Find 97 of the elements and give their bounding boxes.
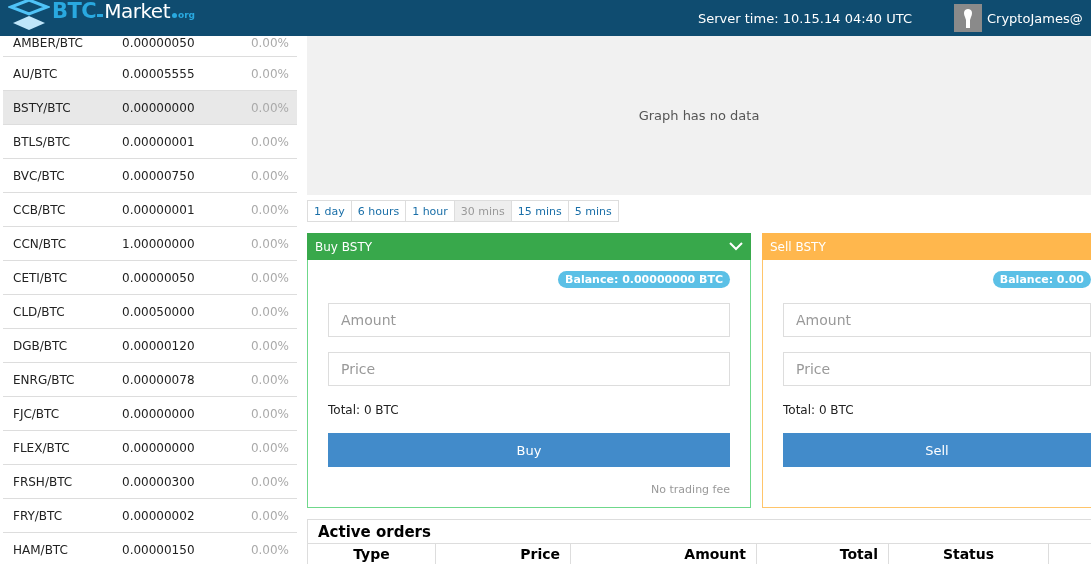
market-pair: CCB/BTC bbox=[12, 202, 67, 217]
market-price: 0.00000001 bbox=[122, 134, 196, 149]
market-row[interactable]: CCB/BTC 0.00000001 0.00% bbox=[3, 193, 297, 227]
column-header: Type bbox=[308, 544, 436, 564]
column-header: Status bbox=[889, 544, 1049, 564]
market-change: 0.00% bbox=[249, 202, 290, 217]
price-input[interactable]: Price bbox=[783, 352, 1091, 386]
column-header: Amount bbox=[571, 544, 757, 564]
market-change: 0.00% bbox=[249, 338, 290, 353]
market-change: 0.00% bbox=[249, 474, 290, 489]
market-row[interactable]: FRY/BTC 0.00000002 0.00% bbox=[3, 499, 297, 533]
market-price: 0.00000150 bbox=[122, 542, 196, 557]
market-change: 0.00% bbox=[249, 66, 290, 81]
market-change: 0.00% bbox=[249, 236, 290, 251]
time-range-button[interactable]: 1 day bbox=[307, 200, 352, 222]
market-row[interactable]: BTLS/BTC 0.00000001 0.00% bbox=[3, 125, 297, 159]
market-price: 0.00000000 bbox=[122, 440, 196, 455]
chart-message: Graph has no data bbox=[638, 108, 760, 123]
market-change: 0.00% bbox=[249, 270, 290, 285]
time-range-button[interactable]: 5 mins bbox=[567, 200, 619, 222]
market-price: 0.00050000 bbox=[122, 304, 196, 319]
username[interactable]: CryptoJames@ bbox=[987, 10, 1083, 26]
market-row[interactable]: CLD/BTC 0.00050000 0.00% bbox=[3, 295, 297, 329]
market-change: 0.00% bbox=[249, 168, 290, 183]
orders-title: Active orders bbox=[317, 522, 432, 543]
market-row[interactable]: HAM/BTC 0.00000150 0.00% bbox=[3, 533, 297, 564]
market-price: 0.00000050 bbox=[122, 36, 196, 50]
market-price: 0.00000000 bbox=[122, 100, 196, 115]
market-row[interactable]: CCN/BTC 1.00000000 0.00% bbox=[3, 227, 297, 261]
market-row[interactable]: ENRG/BTC 0.00000078 0.00% bbox=[3, 363, 297, 397]
logo-tld: org bbox=[178, 10, 196, 20]
balance-badge: Balance: 0.00000000 BTC bbox=[558, 271, 730, 288]
time-range-button[interactable]: 1 hour bbox=[405, 200, 455, 222]
market-change: 0.00% bbox=[249, 36, 290, 50]
market-change: 0.00% bbox=[249, 304, 290, 319]
market-row[interactable]: CETI/BTC 0.00000050 0.00% bbox=[3, 261, 297, 295]
market-change: 0.00% bbox=[249, 372, 290, 387]
market-price: 0.00000001 bbox=[122, 202, 196, 217]
diamond-logo-icon bbox=[8, 0, 50, 31]
market-change: 0.00% bbox=[249, 406, 290, 421]
market-price: 0.00000750 bbox=[122, 168, 196, 183]
market-change: 0.00% bbox=[249, 134, 290, 149]
market-price: 0.00000300 bbox=[122, 474, 196, 489]
order-total: Total: 0 BTC bbox=[328, 403, 399, 417]
market-row[interactable]: AMBER/BTC 0.00000050 0.00% bbox=[3, 36, 297, 57]
market-price: 1.00000000 bbox=[122, 236, 196, 251]
market-pair: CETI/BTC bbox=[12, 270, 69, 285]
market-pair: BVC/BTC bbox=[12, 168, 66, 183]
column-header: Price bbox=[436, 544, 571, 564]
market-row[interactable]: FRSH/BTC 0.00000300 0.00% bbox=[3, 465, 297, 499]
market-change: 0.00% bbox=[249, 508, 290, 523]
market-row[interactable]: FLEX/BTC 0.00000000 0.00% bbox=[3, 431, 297, 465]
server-time: Server time: 10.15.14 04:40 UTC bbox=[698, 10, 914, 26]
market-change: 0.00% bbox=[249, 440, 290, 455]
market-pair: FJC/BTC bbox=[12, 406, 61, 421]
column-header: Total bbox=[757, 544, 889, 564]
logo-name: Market bbox=[104, 0, 170, 23]
chevron-down-icon[interactable] bbox=[729, 242, 743, 251]
market-price: 0.00005555 bbox=[122, 66, 196, 81]
panel-title: Sell BSTY bbox=[770, 239, 826, 254]
market-pair: AU/BTC bbox=[12, 66, 59, 81]
market-pair: FRSH/BTC bbox=[12, 474, 74, 489]
market-change: 0.00% bbox=[249, 542, 290, 557]
market-pair: DGB/BTC bbox=[12, 338, 69, 353]
market-pair: ENRG/BTC bbox=[12, 372, 76, 387]
market-row[interactable]: DGB/BTC 0.00000120 0.00% bbox=[3, 329, 297, 363]
market-price: 0.00000120 bbox=[122, 338, 196, 353]
price-input[interactable]: Price bbox=[328, 352, 730, 386]
market-pair: HAM/BTC bbox=[12, 542, 69, 557]
market-price: 0.00000002 bbox=[122, 508, 196, 523]
time-range-button[interactable]: 15 mins bbox=[510, 200, 569, 222]
market-change: 0.00% bbox=[249, 100, 290, 115]
market-pair: AMBER/BTC bbox=[12, 36, 84, 50]
sell-button[interactable]: Sell bbox=[783, 433, 1091, 467]
logo-brand: BTC bbox=[52, 0, 97, 23]
market-pair: FRY/BTC bbox=[12, 508, 64, 523]
amount-input[interactable]: Amount bbox=[328, 303, 730, 337]
market-pair: FLEX/BTC bbox=[12, 440, 71, 455]
market-row[interactable]: BSTY/BTC 0.00000000 0.00% bbox=[3, 91, 297, 125]
market-row[interactable]: BVC/BTC 0.00000750 0.00% bbox=[3, 159, 297, 193]
amount-input[interactable]: Amount bbox=[783, 303, 1091, 337]
market-pair: BTLS/BTC bbox=[12, 134, 72, 149]
balance-badge: Balance: 0.00 bbox=[992, 271, 1091, 288]
market-price: 0.00000078 bbox=[122, 372, 196, 387]
market-price: 0.00000050 bbox=[122, 270, 196, 285]
order-total: Total: 0 BTC bbox=[783, 403, 854, 417]
dot-icon bbox=[172, 13, 177, 18]
market-price: 0.00000000 bbox=[122, 406, 196, 421]
time-range-button[interactable]: 6 hours bbox=[350, 200, 407, 222]
fee-note: No trading fee bbox=[651, 483, 730, 496]
market-pair: CLD/BTC bbox=[12, 304, 66, 319]
market-pair: BSTY/BTC bbox=[12, 100, 72, 115]
buy-button[interactable]: Buy bbox=[328, 433, 730, 467]
avatar-icon[interactable] bbox=[954, 4, 982, 32]
panel-title: Buy BSTY bbox=[315, 239, 373, 254]
market-row[interactable]: FJC/BTC 0.00000000 0.00% bbox=[3, 397, 297, 431]
market-pair: CCN/BTC bbox=[12, 236, 67, 251]
